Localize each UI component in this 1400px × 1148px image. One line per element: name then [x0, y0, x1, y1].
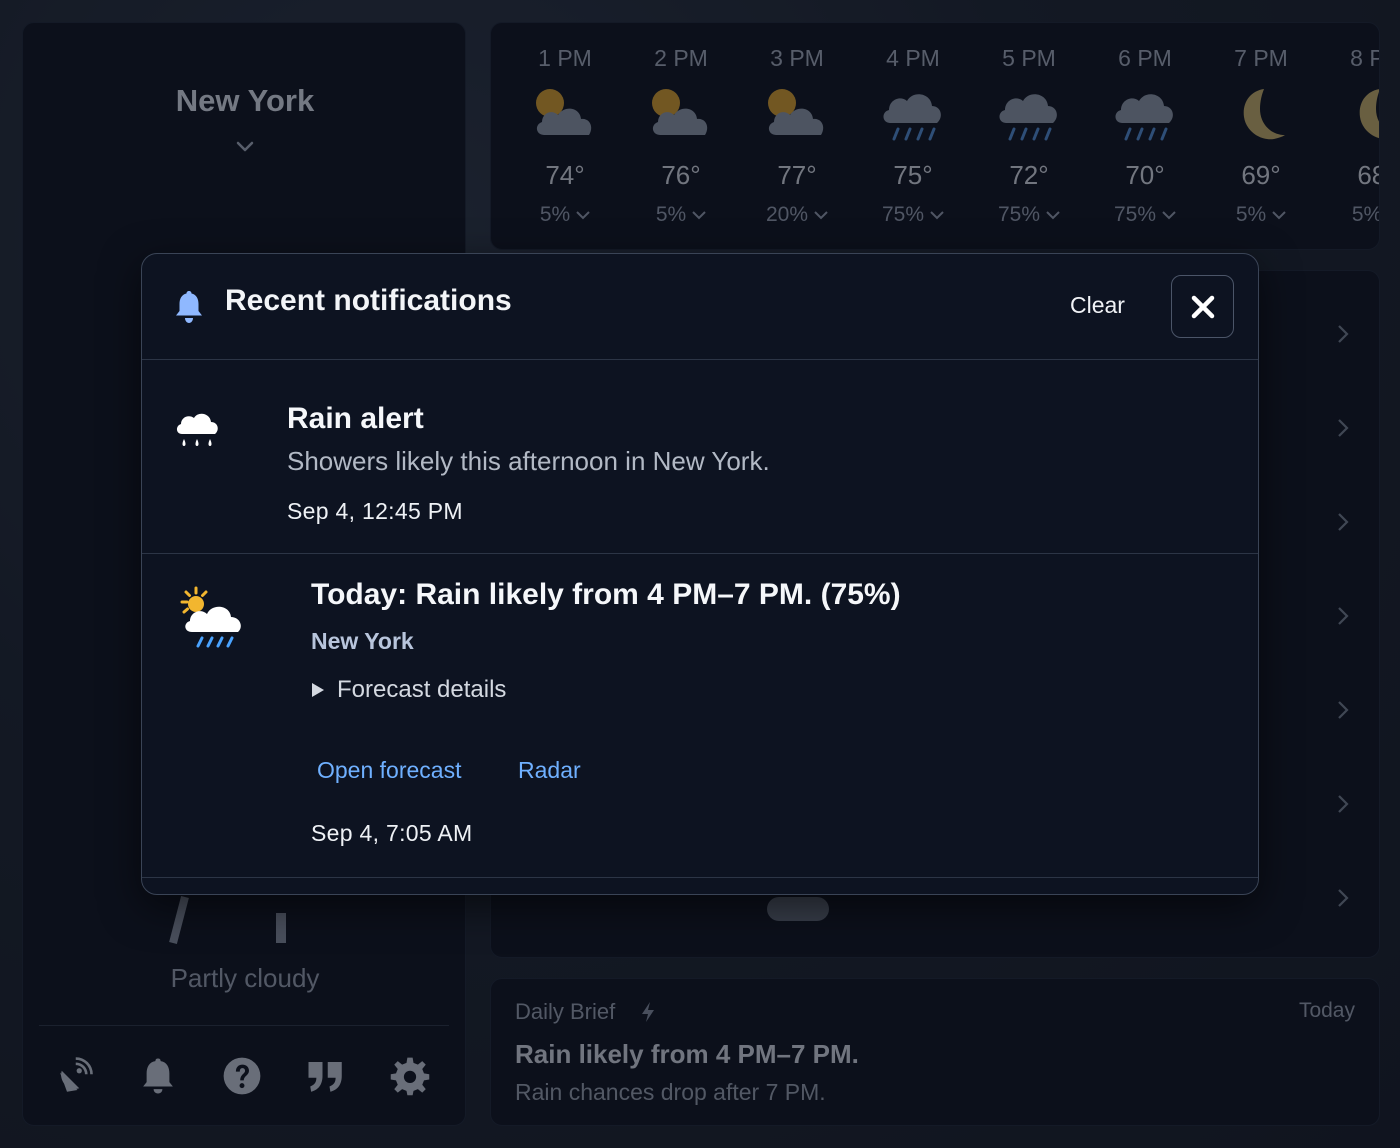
dialog-header: Recent notifications Clear: [142, 254, 1258, 360]
rain-cloud-icon: [176, 413, 218, 446]
forecast-details-label: Forecast details: [337, 676, 507, 703]
close-icon: [1191, 295, 1214, 318]
notification-location: New York: [311, 628, 414, 654]
open-forecast-link[interactable]: Open forecast: [317, 757, 461, 784]
dialog-title: Recent notifications: [225, 284, 512, 317]
notification-item[interactable]: Rain alert Showers likely this afternoon…: [142, 360, 1258, 554]
notifications-dialog: Recent notifications Clear Rain alert Sh…: [141, 253, 1259, 895]
close-button[interactable]: [1171, 275, 1234, 338]
notification-time: Sep 4, 12:45 PM: [287, 498, 463, 524]
sun-rain-cloud-icon: [180, 586, 241, 648]
radar-link[interactable]: Radar: [518, 757, 581, 784]
notification-body: Showers likely this afternoon in New Yor…: [287, 446, 770, 476]
notification-title: Today: Rain likely from 4 PM–7 PM. (75%): [311, 578, 901, 611]
notification-time: Sep 4, 7:05 AM: [311, 820, 473, 846]
notification-item[interactable]: Today: Rain likely from 4 PM–7 PM. (75%)…: [142, 554, 1258, 878]
notification-title: Rain alert: [287, 402, 424, 435]
forecast-details-toggle[interactable]: Forecast details: [311, 676, 506, 704]
disclosure-triangle-icon: [312, 683, 324, 697]
bell-icon: [176, 291, 202, 323]
clear-button[interactable]: Clear: [1070, 292, 1125, 319]
